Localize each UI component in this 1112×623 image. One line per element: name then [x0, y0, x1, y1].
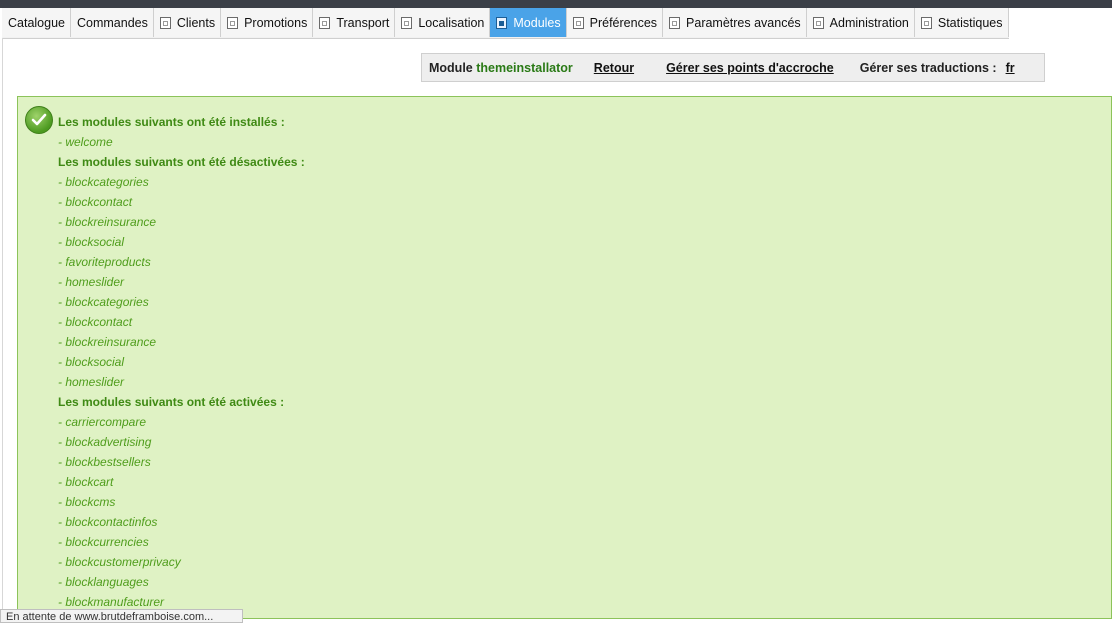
module-list-item: - homeslider	[58, 375, 125, 389]
module-list-item: - blocksocial	[58, 235, 125, 249]
tab-page-icon	[319, 16, 331, 29]
back-link[interactable]: Retour	[594, 61, 634, 75]
translation-language-link-fr[interactable]: fr	[1006, 61, 1015, 75]
browser-status-bar: En attente de www.brutdeframboise.com...	[0, 609, 243, 623]
tab-catalogue[interactable]: Catalogue	[2, 8, 71, 37]
tab-label: Localisation	[418, 15, 485, 30]
tab-label: Statistiques	[937, 15, 1003, 30]
manage-translations-label: Gérer ses traductions :	[859, 60, 997, 75]
tab-commandes[interactable]: Commandes	[71, 8, 154, 37]
tab-modules[interactable]: Modules	[490, 8, 567, 37]
module-list-item: - blockcart	[58, 475, 114, 489]
module-prefix: Module	[429, 60, 473, 75]
module-list-item: - blockreinsurance	[58, 215, 157, 229]
tab-label: Clients	[176, 15, 216, 30]
tab-page-icon	[572, 16, 584, 29]
tab-page-icon	[227, 16, 239, 29]
tab-label: Catalogue	[8, 15, 65, 30]
module-list-item: - blockadvertising	[58, 435, 152, 449]
module-list-item: - homeslider	[58, 275, 125, 289]
message-heading: Les modules suivants ont été installés :	[58, 115, 285, 129]
message-list: Les modules suivants ont été installés :…	[58, 112, 305, 612]
main-tab-bar: Catalogue Commandes Clients Promotions Trans…	[2, 8, 1009, 39]
tab-label: Paramètres avancés	[686, 15, 801, 30]
tab-label: Préférences	[589, 15, 658, 30]
success-panel: Les modules suivants ont été installés :…	[17, 96, 1112, 619]
module-list-item: - blockcurrencies	[58, 535, 149, 549]
tab-page-icon	[920, 16, 932, 29]
module-list-item: - blockcms	[58, 495, 116, 509]
tab-localisation[interactable]: Localisation	[395, 8, 491, 37]
tab-administration[interactable]: Administration	[806, 8, 915, 37]
tab-label: Commandes	[77, 15, 148, 30]
module-list-item: - blockcontact	[58, 315, 133, 329]
tab-label: Promotions	[244, 15, 308, 30]
tab-page-icon	[812, 16, 824, 29]
module-list-item: - welcome	[58, 135, 113, 149]
module-title: Module themeinstallator	[429, 61, 573, 75]
tab-statistiques[interactable]: Statistiques	[914, 8, 1009, 37]
tab-preferences[interactable]: Préférences	[566, 8, 664, 37]
tab-transport[interactable]: Transport	[313, 8, 396, 37]
module-list-item: - blockcategories	[58, 295, 149, 309]
module-list-item: - blockcustomerprivacy	[58, 555, 181, 569]
module-toolbar: Module themeinstallator Retour Gérer ses…	[421, 53, 1045, 82]
tab-page-icon	[159, 16, 171, 29]
module-list-item: - blockcontact	[58, 195, 133, 209]
module-list-item: - blocksocial	[58, 355, 125, 369]
tab-page-icon	[669, 16, 681, 29]
module-list-item: - favoriteproducts	[58, 255, 151, 269]
tab-page-icon	[496, 16, 508, 29]
left-border	[2, 38, 3, 619]
module-list-item: - blockcontactinfos	[58, 515, 158, 529]
message-heading: Les modules suivants ont été activées :	[58, 395, 285, 409]
tab-promotions[interactable]: Promotions	[221, 8, 314, 37]
module-list-item: - blockcategories	[58, 175, 149, 189]
tab-clients[interactable]: Clients	[153, 8, 222, 37]
module-list-item: - blockreinsurance	[58, 335, 157, 349]
tab-label: Modules	[513, 15, 561, 30]
message-heading: Les modules suivants ont été désactivées…	[58, 155, 305, 169]
tab-label: Transport	[336, 15, 390, 30]
tab-label: Administration	[829, 15, 909, 30]
module-list-item: - blocklanguages	[58, 575, 149, 589]
tab-parametres-avances[interactable]: Paramètres avancés	[663, 8, 807, 37]
manage-hooks-link[interactable]: Gérer ses points d'accroche	[666, 61, 834, 75]
module-list-item: - blockbestsellers	[58, 455, 151, 469]
success-check-icon	[25, 106, 53, 134]
window-top-bar	[0, 0, 1112, 8]
module-list-item: - carriercompare	[58, 415, 147, 429]
module-name: themeinstallator	[476, 60, 573, 75]
tab-page-icon	[401, 16, 413, 29]
